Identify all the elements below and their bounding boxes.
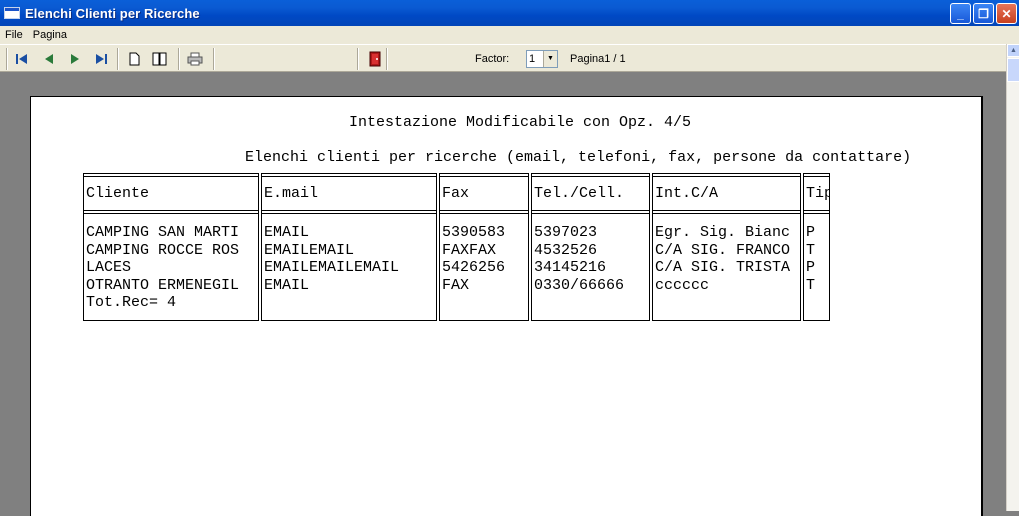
last-page-icon — [96, 54, 107, 64]
next-page-button[interactable] — [66, 50, 84, 68]
window-title: Elenchi Clienti per Ricerche — [25, 5, 200, 21]
last-page-button[interactable] — [92, 50, 110, 68]
report-header-subtitle: Elenchi clienti per ricerche (email, tel… — [245, 149, 912, 166]
menu-bar: File Pagina — [0, 26, 1019, 44]
column-values: CAMPING SAN MARTI CAMPING ROCCE ROS LACES O… — [86, 224, 240, 311]
vertical-scrollbar[interactable]: ▲ — [1006, 44, 1019, 511]
report-column-fax: Fax 5390583 FAXFAX 5426256 FAX — [439, 173, 529, 321]
report-column-int-ca: Int.C/A Egr. Sig. Bianc C/A SIG. FRANCO C/… — [652, 173, 801, 321]
toolbar-separator — [357, 48, 359, 70]
print-button[interactable] — [186, 50, 204, 68]
app-window-icon — [4, 7, 20, 19]
factor-label: Factor: — [475, 53, 510, 65]
factor-value: 1 — [529, 53, 536, 65]
column-values: 5390583 FAXFAX 5426256 FAX — [442, 224, 506, 294]
report-column-email: E.mail EMAIL EMAILEMAIL EMAILEMAILEMAIL EMA… — [261, 173, 437, 321]
exit-button[interactable] — [366, 50, 384, 68]
toolbar-separator — [6, 48, 8, 70]
toolbar-separator — [213, 48, 215, 70]
scrollbar-thumb[interactable] — [1007, 58, 1019, 82]
column-header: Cliente — [86, 185, 150, 202]
first-page-button[interactable] — [13, 50, 31, 68]
column-header: E.mail — [264, 185, 319, 202]
column-header: Fax — [442, 185, 470, 202]
column-header: Tipo — [806, 185, 829, 202]
menu-pagina[interactable]: Pagina — [28, 29, 72, 41]
previous-page-button[interactable] — [40, 50, 58, 68]
title-bar: Elenchi Clienti per Ricerche _ ❐ ✕ — [0, 0, 1019, 26]
two-pages-icon — [152, 52, 167, 66]
menu-file[interactable]: File — [0, 29, 28, 41]
two-pages-button[interactable] — [151, 50, 169, 68]
column-values: PTPT — [806, 224, 816, 294]
maximize-button[interactable]: ❐ — [973, 3, 994, 24]
report-column-tipo: Tipo PTPT — [803, 173, 830, 321]
single-page-icon — [129, 52, 140, 66]
column-values: Egr. Sig. Bianc C/A SIG. FRANCO C/A SIG. T… — [655, 224, 791, 294]
column-header: Tel./Cell. — [534, 185, 625, 202]
first-page-icon — [16, 54, 27, 64]
toolbar-separator — [386, 48, 388, 70]
close-button[interactable]: ✕ — [996, 3, 1017, 24]
factor-select[interactable]: 1 ▼ — [526, 50, 558, 68]
toolbar: Factor: 1 ▼ Pagina1 / 1 — [0, 44, 1006, 72]
chevron-down-icon[interactable]: ▼ — [543, 51, 557, 67]
toolbar-separator — [178, 48, 180, 70]
minimize-button[interactable]: _ — [950, 3, 971, 24]
single-page-button[interactable] — [125, 50, 143, 68]
arrow-right-icon — [71, 54, 79, 64]
column-header: Int.C/A — [655, 185, 719, 202]
column-values: EMAIL EMAILEMAIL EMAILEMAILEMAIL EMAIL — [264, 224, 400, 294]
report-column-tel: Tel./Cell. 5397023 4532526 34145216 0330/66… — [531, 173, 650, 321]
toolbar-separator — [117, 48, 119, 70]
arrow-left-icon — [45, 54, 53, 64]
page-indicator: Pagina1 / 1 — [570, 53, 626, 65]
column-values: 5397023 4532526 34145216 0330/66666 — [534, 224, 625, 294]
report-header-title: Intestazione Modificabile con Opz. 4/5 — [349, 114, 692, 131]
report-column-cliente: Cliente CAMPING SAN MARTI CAMPING ROCCE R… — [83, 173, 259, 321]
printer-icon — [187, 52, 203, 66]
scroll-up-arrow-icon[interactable]: ▲ — [1007, 44, 1019, 57]
exit-door-icon — [369, 51, 381, 67]
report-page: Intestazione Modificabile con Opz. 4/5 E… — [30, 96, 983, 516]
